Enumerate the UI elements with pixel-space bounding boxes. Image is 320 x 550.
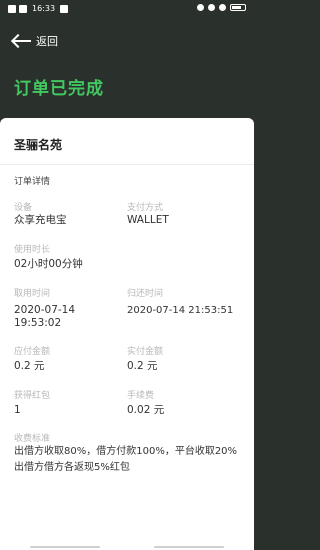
- station-name: 圣骊名苑: [14, 138, 63, 152]
- amount-due-value: 0.2 元: [14, 360, 45, 372]
- duration-label: 使用时长: [14, 245, 51, 255]
- amount-due-label: 应付金额: [14, 347, 51, 357]
- service-fee-value: 0.02 元: [127, 404, 165, 416]
- wifi-icon: [219, 4, 226, 11]
- red-packets-value: 1: [14, 404, 21, 416]
- duration-value: 02小时00分钟: [14, 258, 83, 270]
- order-card: 圣骊名苑 订单详情 设备 众享充电宝 支付方式 WALLET 使用时长 02小时…: [0, 118, 254, 550]
- payment-value: WALLET: [127, 214, 169, 226]
- device-value: 众享充电宝: [14, 214, 67, 226]
- payment-label: 支付方式: [127, 203, 164, 213]
- notification-icon: [19, 4, 27, 13]
- amount-paid-value: 0.2 元: [127, 360, 158, 372]
- divider: [0, 164, 254, 165]
- return-time-label: 归还时间: [127, 289, 164, 299]
- fee-standard-line: 出借方借方各返现5%红包: [14, 462, 130, 473]
- borrow-time-label: 取用时间: [14, 289, 51, 299]
- back-button[interactable]: 返回: [12, 32, 58, 50]
- fee-standard-text: 出借方收取80%，借方付款100%，平台收取20% 出借方借方各返现5%红包: [14, 444, 242, 476]
- section-title: 订单详情: [14, 177, 51, 187]
- nav-bar-indicator: [30, 546, 100, 548]
- fee-standard-line: 出借方收取80%，借方付款100%，平台收取20%: [14, 446, 238, 457]
- status-time: 16:33: [32, 4, 56, 13]
- silent-icon: [208, 4, 215, 11]
- status-left: 16:33: [8, 4, 69, 13]
- fee-standard-label: 收费标准: [14, 434, 51, 444]
- battery-icon: [230, 4, 246, 11]
- status-right: [197, 4, 246, 11]
- notification-icon: [8, 4, 16, 13]
- return-time-value: 2020-07-14 21:53:51: [127, 305, 234, 316]
- alarm-icon: [197, 4, 204, 11]
- borrow-time-value: 2020-07-14 19:53:02: [14, 304, 76, 329]
- device-label: 设备: [14, 203, 33, 213]
- service-fee-label: 手续费: [127, 391, 155, 401]
- red-packets-label: 获得红包: [14, 391, 51, 401]
- status-bar: 16:33: [0, 0, 254, 18]
- app-notification-icon: [60, 4, 69, 13]
- page-title: 订单已完成: [14, 79, 104, 99]
- arrow-left-icon: [12, 35, 32, 47]
- nav-bar-indicator: [154, 546, 224, 548]
- amount-paid-label: 实付金额: [127, 347, 164, 357]
- back-label: 返回: [36, 35, 58, 48]
